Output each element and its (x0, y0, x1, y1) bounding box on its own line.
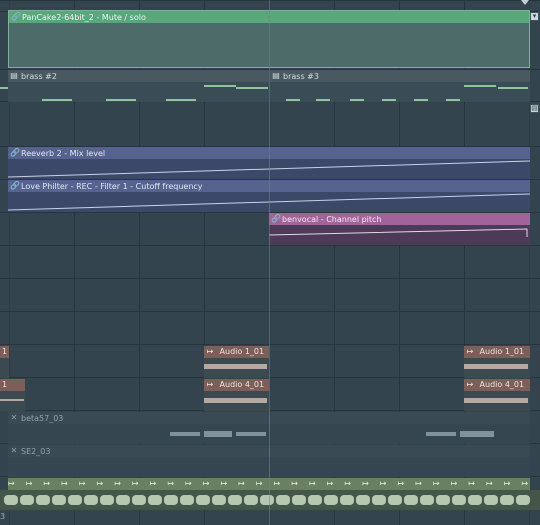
waveform (0, 399, 24, 401)
pattern-clip-brass-2[interactable]: ▤ brass #2 (8, 70, 269, 102)
automation-link-icon: 🔗 (271, 214, 281, 223)
clip-label: brass #3 (283, 71, 319, 81)
clip-label: SE2_03 (21, 446, 51, 456)
playhead-line (269, 0, 270, 525)
clip-label: PanCake2-64bit_2 - Mute / solo (22, 12, 146, 22)
audio-clip-icon: ↦ (466, 347, 474, 356)
audio-clip-audio4-mid[interactable]: ↦ Audio 4_01 (204, 379, 269, 391)
waveform (464, 398, 528, 403)
automation-curve (269, 228, 528, 237)
automation-link-icon: 🔗 (10, 148, 20, 157)
waveform (464, 364, 528, 369)
audio-clip-icon: ↦ (206, 380, 214, 389)
automation-link-icon: 🔗 (10, 181, 20, 190)
audio-clip-audio1-right[interactable]: ↦ Audio 1_01 (464, 346, 530, 358)
muted-x-icon: ✕ (10, 446, 18, 455)
waveform (204, 398, 267, 403)
pattern-icon: ▤ (10, 71, 18, 80)
audio-clip-icon: ↦ (206, 347, 214, 356)
audio-clip-body (204, 358, 269, 378)
waveform-row (0, 490, 540, 510)
automation-clip-benvocal-pitch[interactable]: 🔗 benvocal - Channel pitch (269, 213, 530, 245)
clip-label: Love Philter - REC - Filter 1 - Cutoff f… (21, 181, 203, 191)
audio-clip-audio4-right[interactable]: ↦ Audio 4_01 (464, 379, 530, 391)
marker-triangle-icon (521, 0, 529, 5)
note-preview (42, 85, 268, 101)
note-preview (286, 85, 528, 101)
audio-clip-body (0, 358, 9, 378)
clip-label: brass #2 (21, 71, 57, 81)
pattern-clip-brass-3[interactable]: ▤ brass #3 (270, 70, 530, 102)
audio-clip-body (464, 358, 530, 378)
clip-menu-icon[interactable]: ▤ (530, 104, 539, 113)
clip-label: 1 (2, 380, 8, 389)
pattern-icon: ▤ (272, 71, 280, 80)
clip-menu-icon[interactable]: ▾ (530, 12, 539, 21)
audio-clip-body (0, 391, 25, 411)
clip-label: Audio 1_01 (479, 347, 525, 356)
audio-clip-audio1-left[interactable]: 1 (0, 346, 9, 358)
automation-link-icon: 🔗 (11, 12, 21, 21)
audio-clip-body (204, 391, 269, 411)
row-number: 3 (0, 512, 6, 521)
audio-clip-icon: ↦ (466, 380, 474, 389)
audio-clip-body (464, 391, 530, 411)
clip-label: benvocal - Channel pitch (282, 214, 382, 224)
clip-label: Reeverb 2 - Mix level (21, 148, 106, 158)
clip-label: 1 (2, 347, 8, 356)
clip-label: Audio 4_01 (219, 380, 265, 389)
clip-label: Audio 4_01 (479, 380, 525, 389)
note-preview-left (0, 87, 8, 89)
audio-clip-audio4-left[interactable]: 1 (0, 379, 25, 391)
audio-clip-audio1-mid[interactable]: ↦ Audio 1_01 (204, 346, 269, 358)
playlist-arrangement[interactable]: 🔗 PanCake2-64bit_2 - Mute / solo ▾ ▤ bra… (0, 0, 540, 525)
clip-label: Audio 1_01 (219, 347, 265, 356)
waveform (204, 364, 267, 369)
muted-x-icon: ✕ (10, 413, 18, 422)
clip-label: beta57_03 (21, 413, 64, 423)
